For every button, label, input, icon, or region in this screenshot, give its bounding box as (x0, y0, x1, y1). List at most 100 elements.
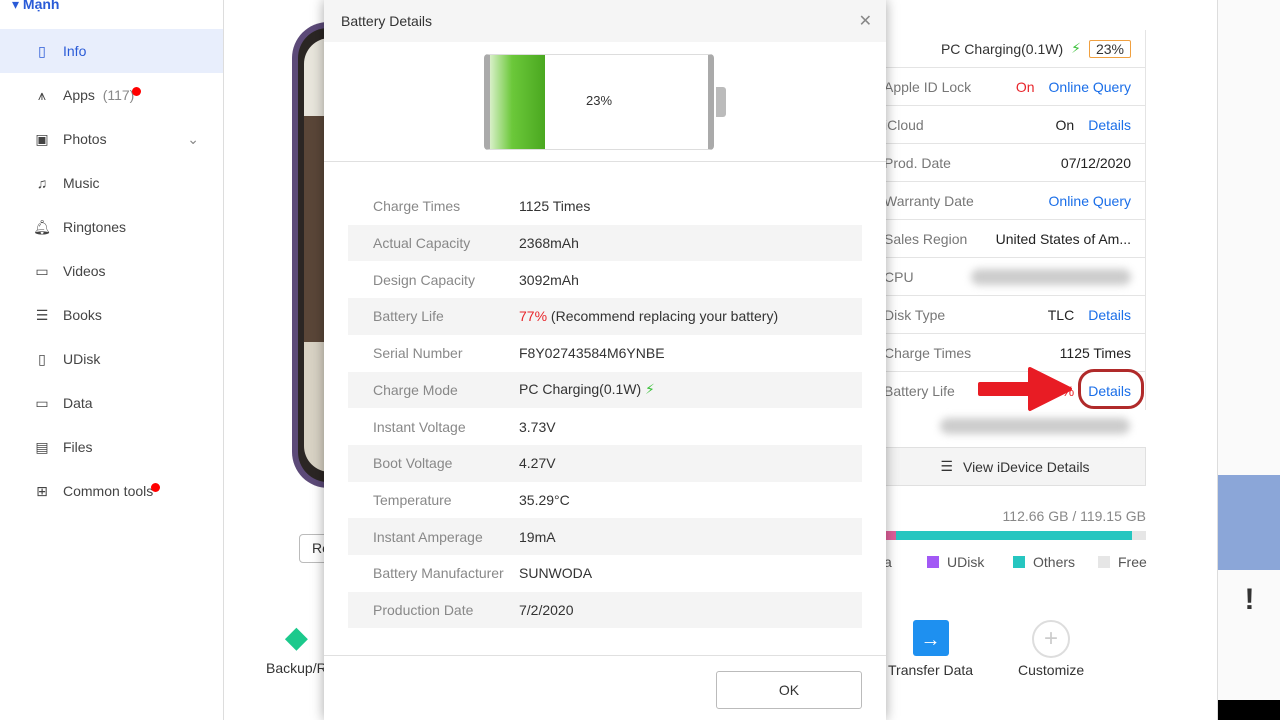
storage-bar (884, 531, 1146, 540)
folder-icon: ▭ (35, 394, 49, 411)
info-link[interactable]: Details (1088, 307, 1131, 323)
battery-detail-row: Actual Capacity 2368mAh (348, 224, 862, 262)
battery-detail-row: Temperature 35.29°C (348, 482, 862, 519)
sidebar-item-photos[interactable]: ▣ Photos ⌄ (0, 117, 223, 161)
detail-label: Charge Times (373, 198, 461, 215)
battery-detail-row: Battery Life 77% (Recommend replacing you… (348, 298, 862, 335)
battery-level: 23% (585, 93, 613, 108)
legend-label: UDisk (947, 554, 985, 570)
tool-label: Backup/R (266, 660, 327, 676)
detail-value: 3092mAh (519, 271, 579, 288)
info-row: iCloud On Details (884, 106, 1146, 144)
list-icon: ☰ (940, 458, 953, 474)
customize-tool[interactable]: + Customize (1018, 620, 1084, 678)
chevron-down-icon[interactable]: ⌄ (187, 131, 199, 148)
photo-icon: ▣ (35, 130, 49, 147)
label: Ringtones (63, 219, 127, 235)
detail-label: Battery Manufacturer (373, 565, 504, 582)
notification-dot (132, 86, 142, 96)
phone-icon: ▯ (38, 42, 46, 59)
device-label: Mạnh (22, 0, 60, 12)
ok-button[interactable]: OK (716, 671, 862, 709)
label: View iDevice Details (962, 458, 1090, 475)
info-value: 1125 Times (1059, 344, 1131, 361)
lightning-icon: ⚡ (645, 381, 655, 398)
storage-segment-others (896, 531, 1132, 540)
alert-icon: ! (1244, 583, 1255, 616)
detail-value: 3.73V (519, 418, 556, 435)
battery-detail-row: Serial Number F8Y02743584M6YNBE (348, 335, 862, 372)
view-idevice-details-button[interactable]: ☰ View iDevice Details (884, 447, 1146, 486)
background-window: ! (1217, 0, 1280, 720)
info-row: Warranty Date Online Query (884, 182, 1146, 220)
battery-detail-row: Boot Voltage 4.27V (348, 444, 862, 482)
detail-label: Boot Voltage (373, 455, 453, 472)
detail-value: 2368mAh (519, 235, 579, 252)
info-row: Apple ID Lock On Online Query (884, 68, 1146, 106)
info-row: Prod. Date 07/12/2020 (884, 144, 1146, 182)
transfer-data-tool[interactable]: → Transfer Data (888, 620, 973, 678)
detail-value: SUNWODA (519, 565, 593, 582)
info-link[interactable]: Online Query (1049, 193, 1131, 209)
battery-detail-row: Battery Manufacturer SUNWODA (348, 555, 862, 592)
info-label: Apple ID Lock (884, 78, 972, 95)
sidebar-item-info[interactable]: ▯ Info (0, 29, 223, 73)
detail-label: Serial Number (373, 345, 463, 362)
detail-label: Design Capacity (373, 271, 475, 288)
info-label: CPU (884, 268, 914, 285)
detail-label: Charge Mode (373, 381, 458, 398)
info-value: On (1015, 78, 1035, 95)
detail-label: Instant Voltage (373, 418, 466, 435)
sidebar-item-apps[interactable]: ⩚ Apps (117) (0, 73, 223, 117)
sidebar-item-common-tools[interactable]: ⊞ Common tools (0, 469, 223, 513)
detail-value: 19mA (519, 528, 556, 545)
detail-value: 77% (Recommend replacing your battery) (519, 308, 779, 325)
info-label: iCloud (884, 116, 924, 133)
battery-detail-row: Charge Times 1125 Times (348, 188, 862, 225)
detail-value: 35.29°C (519, 491, 570, 508)
battery-body: 23% (484, 54, 714, 150)
music-icon: ♫ (36, 175, 48, 191)
sidebar-item-data[interactable]: ▭ Data (0, 381, 223, 425)
device-name[interactable]: ▾ Mạnh (12, 0, 59, 13)
battery-graphic: 23% (324, 42, 886, 162)
detail-value: 7/2/2020 (519, 602, 574, 619)
video-icon: ▭ (35, 262, 49, 279)
lightning-icon: ⚡ (1071, 40, 1081, 56)
info-row: Disk Type TLC Details (884, 296, 1146, 334)
info-label: Warranty Date (884, 192, 974, 209)
device-info-table: PC Charging(0.1W) ⚡ 23% Apple ID Lock On O… (884, 30, 1146, 410)
dialog-title: Battery Details (341, 13, 433, 29)
blurred-value (971, 268, 1131, 285)
backup-tool[interactable]: ◆ Backup/R (266, 620, 327, 676)
battery-detail-row: Design Capacity 3092mAh (348, 261, 862, 298)
info-label: Sales Region (884, 230, 968, 247)
notification-dot (151, 482, 161, 492)
sidebar-item-books[interactable]: ☰ Books (0, 293, 223, 337)
close-icon[interactable]: ✕ (859, 11, 872, 31)
info-link[interactable]: Online Query (1049, 79, 1131, 95)
battery-badge: 23% (1088, 39, 1131, 58)
detail-value: 4.27V (519, 455, 556, 472)
info-value: United States of Am... (995, 230, 1131, 247)
layers-icon: ◆ (284, 621, 308, 654)
detail-label: Temperature (373, 491, 452, 508)
sidebar-item-videos[interactable]: ▭ Videos (0, 249, 223, 293)
sidebar-item-udisk[interactable]: ▯ UDisk (0, 337, 223, 381)
charging-status: PC Charging(0.1W) (940, 40, 1064, 57)
sidebar-item-music[interactable]: ♫ Music (0, 161, 223, 205)
plus-icon: + (1032, 620, 1071, 658)
info-value: TLC (1047, 306, 1075, 323)
legend-free: Free (1098, 554, 1147, 570)
apps-count: (117) (102, 87, 135, 103)
info-label: Prod. Date (884, 154, 951, 171)
battery-details-dialog: Battery Details ✕ 23% Charge Times 1125 Ti… (324, 0, 886, 720)
bell-icon: 🔔︎ (33, 218, 51, 235)
info-link[interactable]: Details (1088, 117, 1131, 133)
sidebar-item-files[interactable]: ▤ Files (0, 425, 223, 469)
sidebar-item-ringtones[interactable]: 🔔︎ Ringtones (0, 205, 223, 249)
tool-label: Customize (1018, 662, 1085, 678)
label: Music (63, 175, 100, 191)
storage-text: 112.66 GB / 119.15 GB (1002, 508, 1146, 524)
detail-value: 1125 Times (519, 198, 591, 215)
